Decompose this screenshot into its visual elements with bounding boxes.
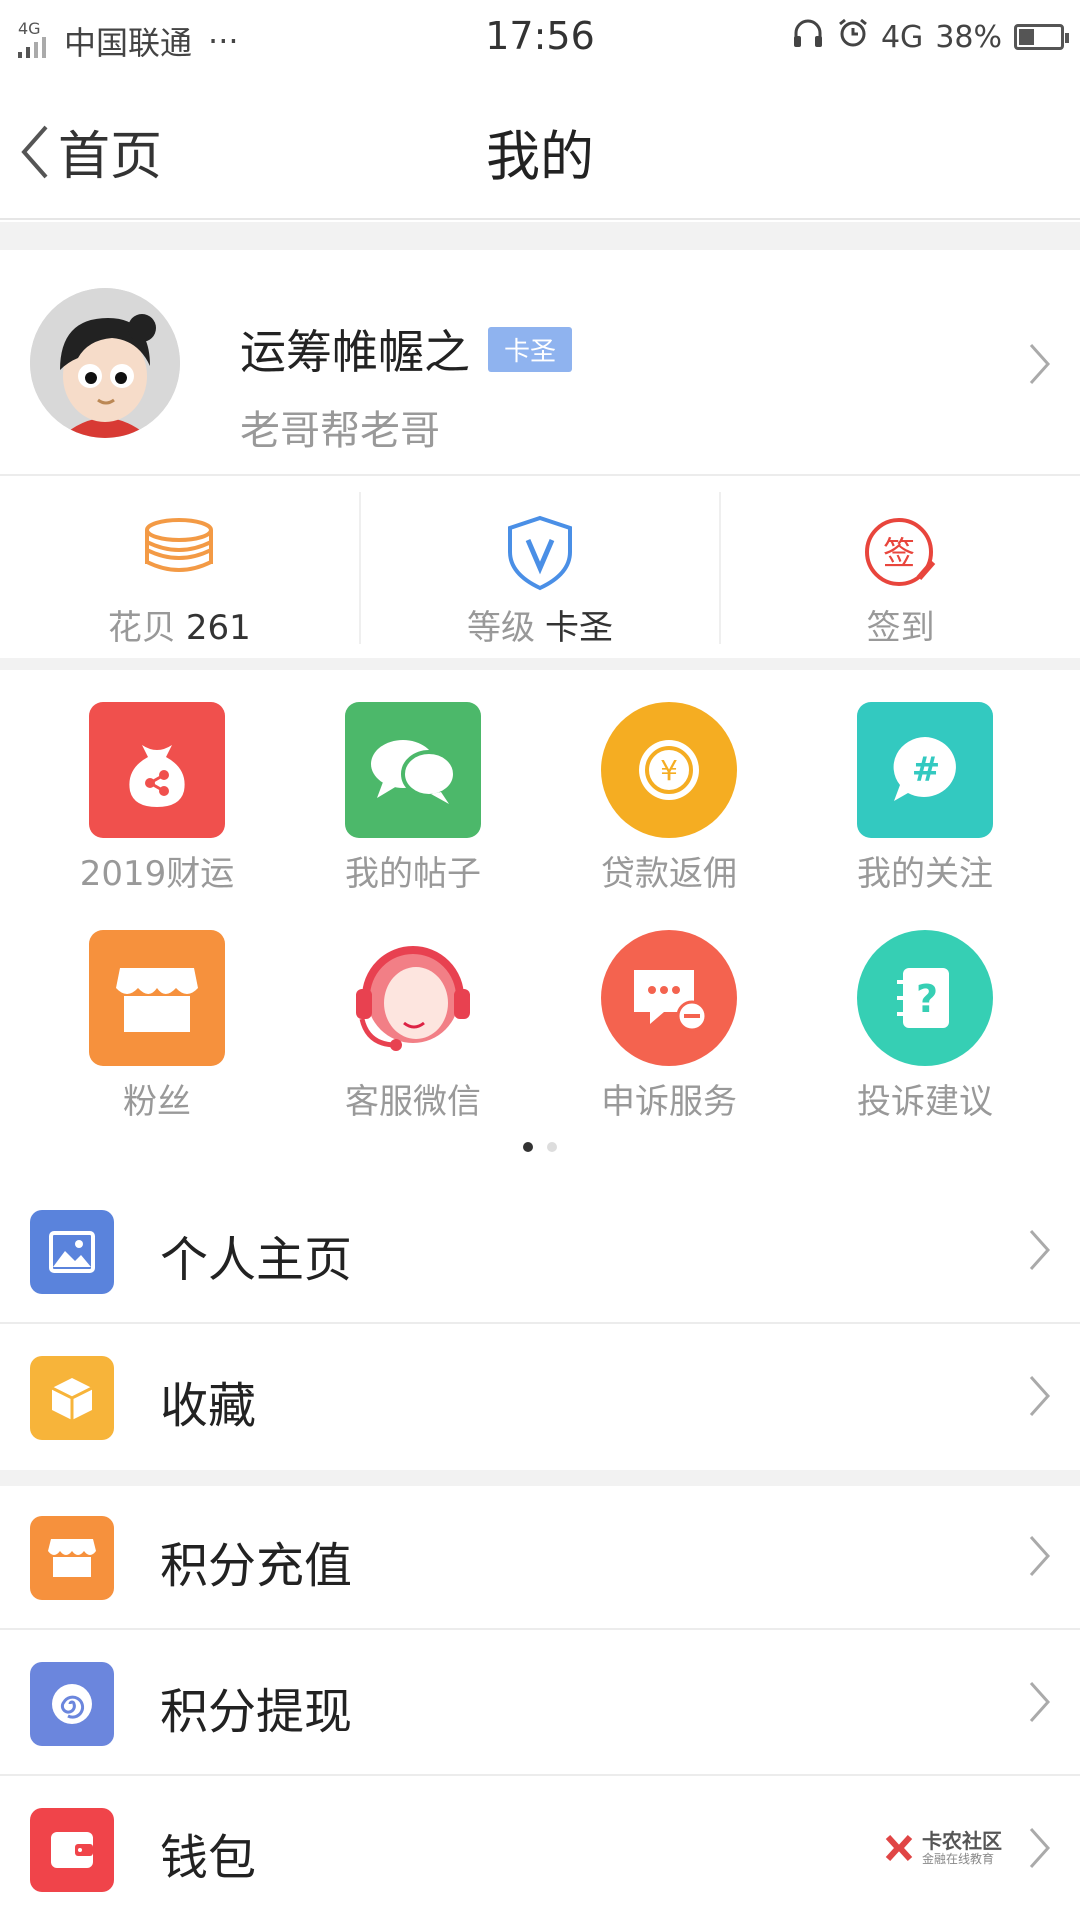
menu-item-points-recharge[interactable]: 积分充值 bbox=[0, 1486, 1080, 1630]
menu-item-homepage[interactable]: 个人主页 bbox=[0, 1180, 1080, 1324]
page-dot-active[interactable] bbox=[523, 1142, 533, 1152]
chevron-right-icon bbox=[1029, 1375, 1051, 1417]
svg-text:¥: ¥ bbox=[660, 754, 678, 787]
watermark-title: 卡农社区 bbox=[922, 1829, 1002, 1853]
network-type: 4G bbox=[880, 19, 924, 55]
stat-value: 261 bbox=[185, 608, 251, 648]
grid-item-fortune[interactable]: 2019财运 bbox=[22, 702, 292, 895]
menu-item-favorites[interactable]: 收藏 bbox=[0, 1326, 1080, 1470]
storefront-icon bbox=[30, 1516, 114, 1600]
grid-item-appeal[interactable]: 申诉服务 bbox=[534, 930, 804, 1123]
grid-label: 申诉服务 bbox=[601, 1082, 737, 1122]
grid-item-my-posts[interactable]: 我的帖子 bbox=[278, 702, 548, 895]
alarm-icon bbox=[837, 17, 869, 57]
page-indicator bbox=[0, 1142, 1080, 1152]
menu-label: 收藏 bbox=[160, 1378, 257, 1434]
profile-name-row: 运筹帷幄之 卡圣 bbox=[240, 316, 573, 382]
kanong-logo-icon bbox=[885, 1834, 913, 1862]
box-icon bbox=[30, 1356, 114, 1440]
menu-label: 积分充值 bbox=[160, 1538, 353, 1594]
grid-label: 投诉建议 bbox=[857, 1082, 993, 1122]
grid-label: 粉丝 bbox=[123, 1082, 191, 1122]
wallet-icon bbox=[30, 1808, 114, 1892]
shield-v-icon bbox=[500, 512, 580, 592]
watermark: 卡农社区 金融在线教育 bbox=[882, 1830, 1002, 1866]
coins-stack-icon bbox=[139, 512, 219, 592]
grid-item-loan-rebate[interactable]: ¥ 贷款返佣 bbox=[534, 702, 804, 895]
stat-signin[interactable]: 签 签到 bbox=[721, 492, 1080, 648]
grid-label: 我的帖子 bbox=[345, 854, 481, 894]
grid-label: 客服微信 bbox=[345, 1082, 481, 1122]
profile-card[interactable]: 运筹帷幄之 卡圣 老哥帮老哥 bbox=[0, 250, 1080, 476]
stats-row: 花贝 261 等级 卡圣 签 签到 bbox=[0, 478, 1080, 658]
section-divider bbox=[0, 1470, 1080, 1486]
status-bar: 4G 中国联通 ··· 17:56 4G 38% bbox=[0, 0, 1080, 78]
grid-label: 2019财运 bbox=[79, 854, 235, 894]
hashtag-bubble-icon: # bbox=[857, 702, 993, 838]
grid-label: 贷款返佣 bbox=[601, 854, 737, 894]
headphones-icon bbox=[791, 16, 825, 58]
grid-label: 我的关注 bbox=[857, 854, 993, 894]
chevron-right-icon bbox=[1029, 1827, 1051, 1869]
page-dot[interactable] bbox=[547, 1142, 557, 1152]
spiral-icon bbox=[30, 1662, 114, 1746]
nav-bar: 首页 我的 bbox=[0, 78, 1080, 220]
chat-bubbles-icon bbox=[345, 702, 481, 838]
user-name: 运筹帷幄之 bbox=[240, 325, 470, 379]
stat-level[interactable]: 等级 卡圣 bbox=[361, 492, 722, 648]
menu-label: 个人主页 bbox=[160, 1232, 353, 1288]
coin-yen-icon: ¥ bbox=[601, 702, 737, 838]
user-signature: 老哥帮老哥 bbox=[240, 408, 440, 454]
stat-huabei[interactable]: 花贝 261 bbox=[0, 492, 361, 648]
svg-text:?: ? bbox=[916, 977, 938, 1021]
menu-label: 钱包 bbox=[160, 1830, 257, 1886]
stat-label: 签到 bbox=[866, 608, 935, 648]
page-title: 我的 bbox=[486, 125, 594, 188]
stat-label: 花贝 bbox=[107, 608, 176, 648]
feature-grid: 2019财运 我的帖子 ¥ 贷款返佣 # 我的关注 粉丝 客服微信 申诉服务 ?… bbox=[0, 668, 1080, 1178]
fortune-bag-icon bbox=[89, 702, 225, 838]
stat-value: 卡圣 bbox=[545, 608, 613, 648]
complaint-message-icon bbox=[601, 930, 737, 1066]
menu-item-points-withdraw[interactable]: 积分提现 bbox=[0, 1632, 1080, 1776]
grid-item-cs-wechat[interactable]: 客服微信 bbox=[278, 930, 548, 1123]
watermark-subtitle: 金融在线教育 bbox=[922, 1852, 995, 1866]
grid-item-following[interactable]: # 我的关注 bbox=[790, 702, 1060, 895]
question-notebook-icon: ? bbox=[857, 930, 993, 1066]
status-right: 4G 38% bbox=[791, 16, 1069, 58]
rank-badge: 卡圣 bbox=[488, 326, 573, 372]
stat-label: 等级 bbox=[467, 608, 535, 648]
chevron-right-icon bbox=[1029, 343, 1051, 385]
svg-text:签: 签 bbox=[883, 534, 915, 572]
chevron-right-icon bbox=[1029, 1535, 1051, 1577]
battery-percent: 38% bbox=[935, 19, 1002, 55]
grid-item-feedback[interactable]: ? 投诉建议 bbox=[790, 930, 1060, 1123]
chevron-right-icon bbox=[1029, 1681, 1051, 1723]
menu-label: 积分提现 bbox=[160, 1684, 353, 1740]
headset-agent-icon bbox=[345, 930, 481, 1066]
avatar[interactable] bbox=[30, 288, 180, 438]
section-divider bbox=[0, 222, 1080, 250]
grid-item-fans[interactable]: 粉丝 bbox=[22, 930, 292, 1123]
chevron-right-icon bbox=[1029, 1229, 1051, 1271]
image-icon bbox=[30, 1210, 114, 1294]
sign-in-icon: 签 bbox=[861, 512, 941, 592]
battery-icon bbox=[1014, 24, 1069, 50]
storefront-icon bbox=[89, 930, 225, 1066]
svg-text:#: # bbox=[912, 750, 941, 790]
